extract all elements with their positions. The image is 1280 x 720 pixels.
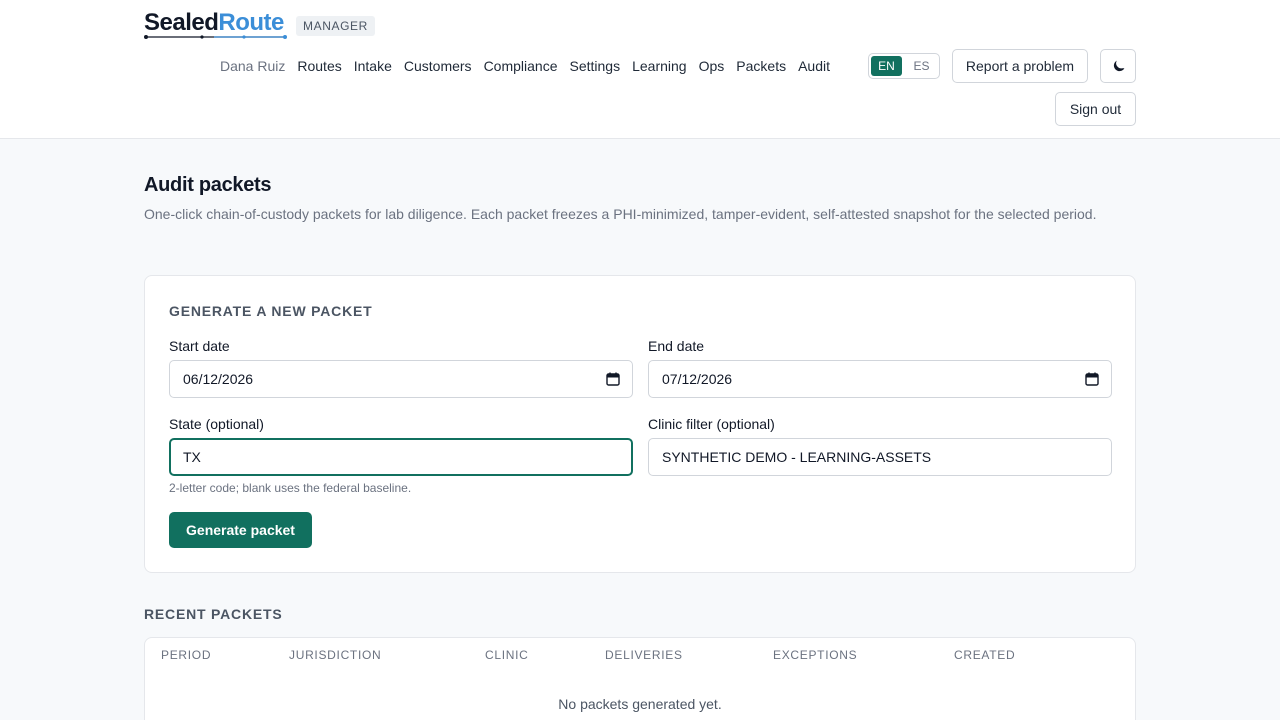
- column-header-period: PERIOD: [161, 648, 212, 662]
- nav-ops[interactable]: Ops: [699, 58, 725, 74]
- calendar-icon[interactable]: [1085, 372, 1099, 386]
- role-badge: MANAGER: [296, 16, 375, 36]
- nav-intake[interactable]: Intake: [354, 58, 392, 74]
- column-header-deliveries: DELIVERIES: [605, 648, 683, 662]
- brand-name-part1: Sealed: [144, 9, 219, 36]
- calendar-icon[interactable]: [606, 372, 620, 386]
- column-header-created: CREATED: [954, 648, 1016, 662]
- page-title: Audit packets: [144, 174, 272, 196]
- moon-icon: [1113, 60, 1125, 72]
- end-date-value: 07/12/2026: [662, 371, 733, 387]
- recent-packets-table: PERIOD JURISDICTION CLINIC DELIVERIES EX…: [144, 637, 1136, 720]
- app-header: SealedRoute MANAGER Dana Ruiz Routes Int…: [0, 0, 1280, 139]
- clinic-filter-label: Clinic filter (optional): [648, 416, 775, 432]
- state-label: State (optional): [169, 416, 264, 432]
- column-header-exceptions: EXCEPTIONS: [773, 648, 858, 662]
- end-date-label: End date: [648, 338, 705, 354]
- state-value: TX: [183, 449, 201, 465]
- language-toggle: EN ES: [868, 53, 940, 79]
- brand-logo[interactable]: SealedRoute: [144, 9, 287, 39]
- report-problem-button[interactable]: Report a problem: [952, 49, 1088, 83]
- column-header-jurisdiction: JURISDICTION: [289, 648, 382, 662]
- nav-packets[interactable]: Packets: [736, 58, 786, 74]
- nav-routes[interactable]: Routes: [297, 58, 341, 74]
- start-date-input[interactable]: 06/12/2026: [169, 360, 633, 398]
- nav-settings[interactable]: Settings: [570, 58, 621, 74]
- lang-es-button[interactable]: ES: [906, 56, 937, 76]
- empty-state-message: No packets generated yet.: [558, 696, 722, 712]
- generate-section-title: GENERATE A NEW PACKET: [169, 303, 373, 319]
- start-date-label: Start date: [169, 338, 230, 354]
- state-hint: 2-letter code; blank uses the federal ba…: [169, 481, 412, 495]
- recent-packets-title: RECENT PACKETS: [144, 606, 283, 622]
- generate-packet-button[interactable]: Generate packet: [169, 512, 312, 548]
- start-date-value: 06/12/2026: [183, 371, 254, 387]
- generate-packet-card: GENERATE A NEW PACKET Start date 06/12/2…: [144, 275, 1136, 573]
- nav-learning[interactable]: Learning: [632, 58, 687, 74]
- lang-en-button[interactable]: EN: [871, 56, 902, 76]
- nav-audit[interactable]: Audit: [798, 58, 830, 74]
- clinic-filter-value: SYNTHETIC DEMO - LEARNING-ASSETS: [662, 449, 932, 465]
- main-nav: Dana Ruiz Routes Intake Customers Compli…: [220, 56, 842, 76]
- column-header-clinic: CLINIC: [485, 648, 529, 662]
- page-description: One-click chain-of-custody packets for l…: [144, 206, 1097, 222]
- brand-name-part2: Route: [218, 9, 284, 36]
- sign-out-button[interactable]: Sign out: [1055, 92, 1136, 126]
- nav-customers[interactable]: Customers: [404, 58, 472, 74]
- clinic-filter-input[interactable]: SYNTHETIC DEMO - LEARNING-ASSETS: [648, 438, 1112, 476]
- current-user: Dana Ruiz: [220, 58, 286, 74]
- nav-compliance[interactable]: Compliance: [484, 58, 558, 74]
- theme-toggle-button[interactable]: [1100, 49, 1136, 83]
- route-line-icon: [144, 35, 287, 39]
- state-input[interactable]: TX: [169, 438, 633, 476]
- end-date-input[interactable]: 07/12/2026: [648, 360, 1112, 398]
